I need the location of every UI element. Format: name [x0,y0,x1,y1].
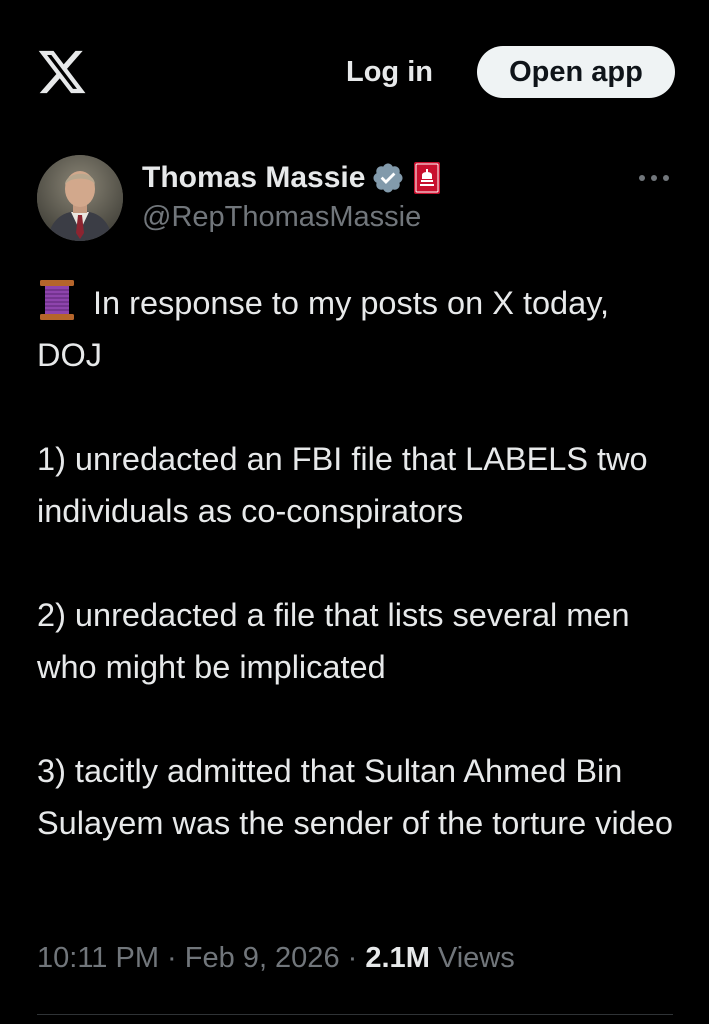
tweet-time[interactable]: 10:11 PM [37,942,159,974]
author-name[interactable]: Thomas Massie [142,161,365,195]
tweet-paragraph-1: In response to my posts on X today, DOJ [37,285,619,373]
divider [37,1014,673,1015]
tweet-meta: 10:11 PM · Feb 9, 2026 · 2.1M Views [37,938,515,978]
author-name-row: Thomas Massie [142,158,441,198]
government-badge-icon[interactable] [413,161,441,195]
avatar-photo [37,155,123,241]
tweet-text: In response to my posts on X today, DOJ … [37,277,677,849]
avatar[interactable] [37,155,123,241]
tweet-paragraph-2: 1) unredacted an FBI file that LABELS tw… [37,441,657,529]
views-count: 2.1M [365,942,430,974]
x-logo-icon[interactable] [36,46,88,98]
meta-separator: · [167,942,177,974]
tweet-paragraph: In response to my posts on X today, DOJ [37,277,677,381]
author-handle[interactable]: @RepThomasMassie [142,201,421,234]
tweet-paragraph-4: 3) tacitly admitted that Sultan Ahmed Bi… [37,753,673,841]
top-bar: Log in Open app [0,0,709,150]
open-app-button[interactable]: Open app [477,46,675,98]
login-link[interactable]: Log in [346,54,433,90]
meta-separator: · [347,942,358,974]
tweet-date[interactable]: Feb 9, 2026 [185,942,340,974]
more-options-icon[interactable] [636,168,672,188]
tweet-paragraph-3: 2) unredacted a file that lists several … [37,597,639,685]
thread-spool-icon [40,280,74,320]
views-label: Views [437,942,515,974]
verified-badge-icon[interactable] [371,161,405,195]
